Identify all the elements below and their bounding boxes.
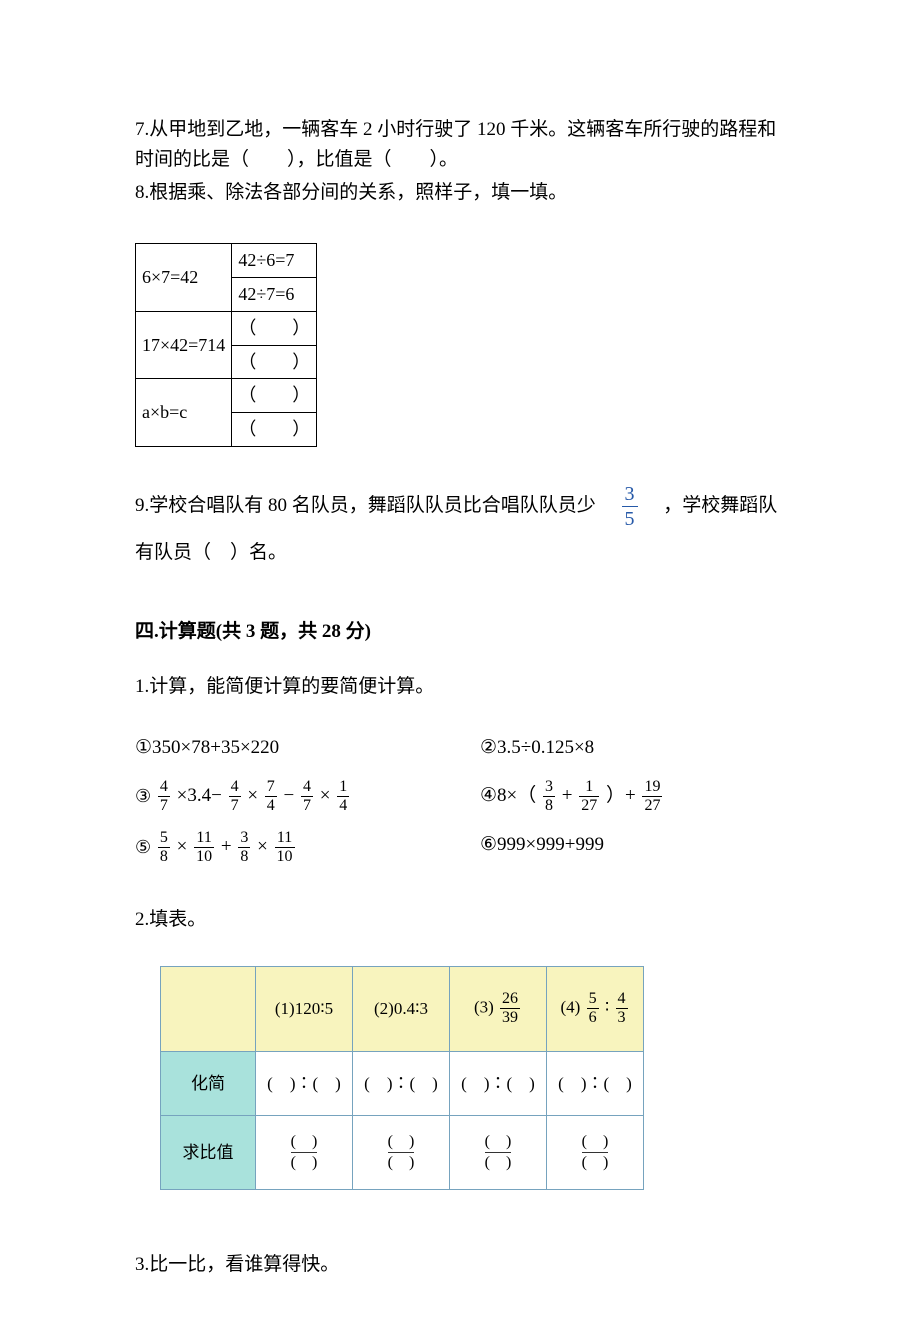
calc-3-f3: 74: [265, 779, 277, 814]
calc-4-f2: 127: [579, 779, 599, 814]
t2-h3-pre: (3): [474, 997, 494, 1016]
calc-5-m2: +: [221, 836, 232, 857]
calc-1: ①350×78+35×220: [135, 733, 480, 763]
q4-1-intro: 1.计算，能简便计算的要简便计算。: [135, 672, 795, 702]
calc-4-f1: 38: [543, 779, 555, 814]
t2-r2c1-frac: ( )( ): [291, 1134, 318, 1171]
t2-h4-b: 43: [616, 991, 628, 1026]
t2-r1-label: 化简: [161, 1051, 256, 1115]
t2-h2: (2)0.4∶3: [353, 966, 450, 1051]
calc-5-m1: ×: [177, 836, 188, 857]
t2-h3-frac: 2639: [500, 991, 520, 1026]
calc-3-f4: 47: [301, 779, 313, 814]
q9-frac-den: 5: [622, 506, 638, 529]
t2-r2c4: ( )( ): [547, 1115, 644, 1189]
t2-r2c4-frac: ( )( ): [582, 1134, 609, 1171]
t1-r2c2a: （ ）: [232, 311, 317, 345]
t2-r1c2: ( )∶( ): [353, 1051, 450, 1115]
calc-4-m2: ）+: [606, 785, 636, 806]
question-8-intro: 8.根据乘、除法各部分间的关系，照样子，填一填。: [135, 178, 795, 208]
calc-4-m1: +: [562, 785, 573, 806]
calc-5: ⑤ 58 × 1110 + 38 × 1110: [135, 830, 480, 865]
ratio-table: (1)120∶5 (2)0.4∶3 (3) 2639 (4) 56 ∶ 43 化…: [160, 966, 644, 1190]
q9-post: ，学校舞蹈队: [644, 495, 777, 516]
calc-4-lead: ④8×（: [480, 785, 536, 806]
calc-3-f2: 47: [229, 779, 241, 814]
calc-5-f2: 1110: [194, 830, 214, 865]
t1-r2c2b: （ ）: [232, 345, 317, 379]
calc-3-m2: ×: [247, 785, 258, 806]
t2-r2-label: 求比值: [161, 1115, 256, 1189]
t1-r1c2a: 42÷6=7: [232, 244, 317, 278]
calc-5-lead: ⑤: [135, 833, 151, 862]
calc-3-f1: 47: [158, 779, 170, 814]
t2-r2c3: ( )( ): [450, 1115, 547, 1189]
calc-5-f3: 38: [238, 830, 250, 865]
t2-h3: (3) 2639: [450, 966, 547, 1051]
t1-r3c1: a×b=c: [136, 379, 232, 447]
question-9: 9.学校合唱队有 80 名队员，舞蹈队队员比合唱队队员少 3 5 ，学校舞蹈队 …: [135, 482, 795, 577]
calc-5-f1: 58: [158, 830, 170, 865]
q4-3-intro: 3.比一比，看谁算得快。: [135, 1250, 795, 1280]
t2-r2c2-frac: ( )( ): [388, 1134, 415, 1171]
calc-4-f3: 1927: [642, 779, 662, 814]
calc-3-m1: ×3.4−: [177, 785, 222, 806]
t2-r2c2: ( )( ): [353, 1115, 450, 1189]
calc-2: ②3.5÷0.125×8: [480, 733, 760, 763]
t1-r2c1: 17×42=714: [136, 311, 232, 379]
calc-3-f5: 14: [337, 779, 349, 814]
t2-r2c1: ( )( ): [256, 1115, 353, 1189]
t2-h4-mid: ∶: [605, 997, 609, 1016]
q9-fraction: 3 5: [622, 484, 638, 529]
t2-r1c4: ( )∶( ): [547, 1051, 644, 1115]
section-4-heading: 四.计算题(共 3 题，共 28 分): [135, 617, 795, 647]
t1-r3c2a: （ ）: [232, 379, 317, 413]
q4-2-intro: 2.填表。: [135, 905, 795, 935]
t1-r1c1: 6×7=42: [136, 244, 232, 312]
calc-3: ③ 47 ×3.4− 47 × 74 − 47 × 14: [135, 779, 480, 814]
t2-r1c3: ( )∶( ): [450, 1051, 547, 1115]
t1-r1c2b: 42÷7=6: [232, 277, 317, 311]
q9-line2: 有队员（ ）名。: [135, 542, 287, 563]
t2-h4-a: 56: [587, 991, 599, 1026]
t1-r3c2b: （ ）: [232, 413, 317, 447]
q9-pre: 9.学校合唱队有 80 名队员，舞蹈队队员比合唱队队员少: [135, 495, 615, 516]
calc-3-m3: −: [284, 785, 295, 806]
calc-3-m4: ×: [320, 785, 331, 806]
calc-5-m3: ×: [257, 836, 268, 857]
relation-table: 6×7=42 42÷6=7 42÷7=6 17×42=714 （ ） （ ） a…: [135, 243, 317, 447]
calc-5-f4: 1110: [275, 830, 295, 865]
t2-h-empty: [161, 966, 256, 1051]
calc-4: ④8×（ 38 + 127 ）+ 1927: [480, 779, 760, 814]
calc-3-lead: ③: [135, 782, 151, 811]
q9-frac-num: 3: [622, 484, 638, 506]
t2-h4: (4) 56 ∶ 43: [547, 966, 644, 1051]
t2-r2c3-frac: ( )( ): [485, 1134, 512, 1171]
question-7-text: 7.从甲地到乙地，一辆客车 2 小时行驶了 120 千米。这辆客车所行驶的路程和…: [135, 115, 795, 176]
t2-r1c1: ( )∶( ): [256, 1051, 353, 1115]
t2-h4-pre: (4): [560, 997, 580, 1016]
t2-h1: (1)120∶5: [256, 966, 353, 1051]
calc-6: ⑥999×999+999: [480, 830, 760, 865]
calc-problems: ①350×78+35×220 ②3.5÷0.125×8 ③ 47 ×3.4− 4…: [135, 733, 795, 865]
